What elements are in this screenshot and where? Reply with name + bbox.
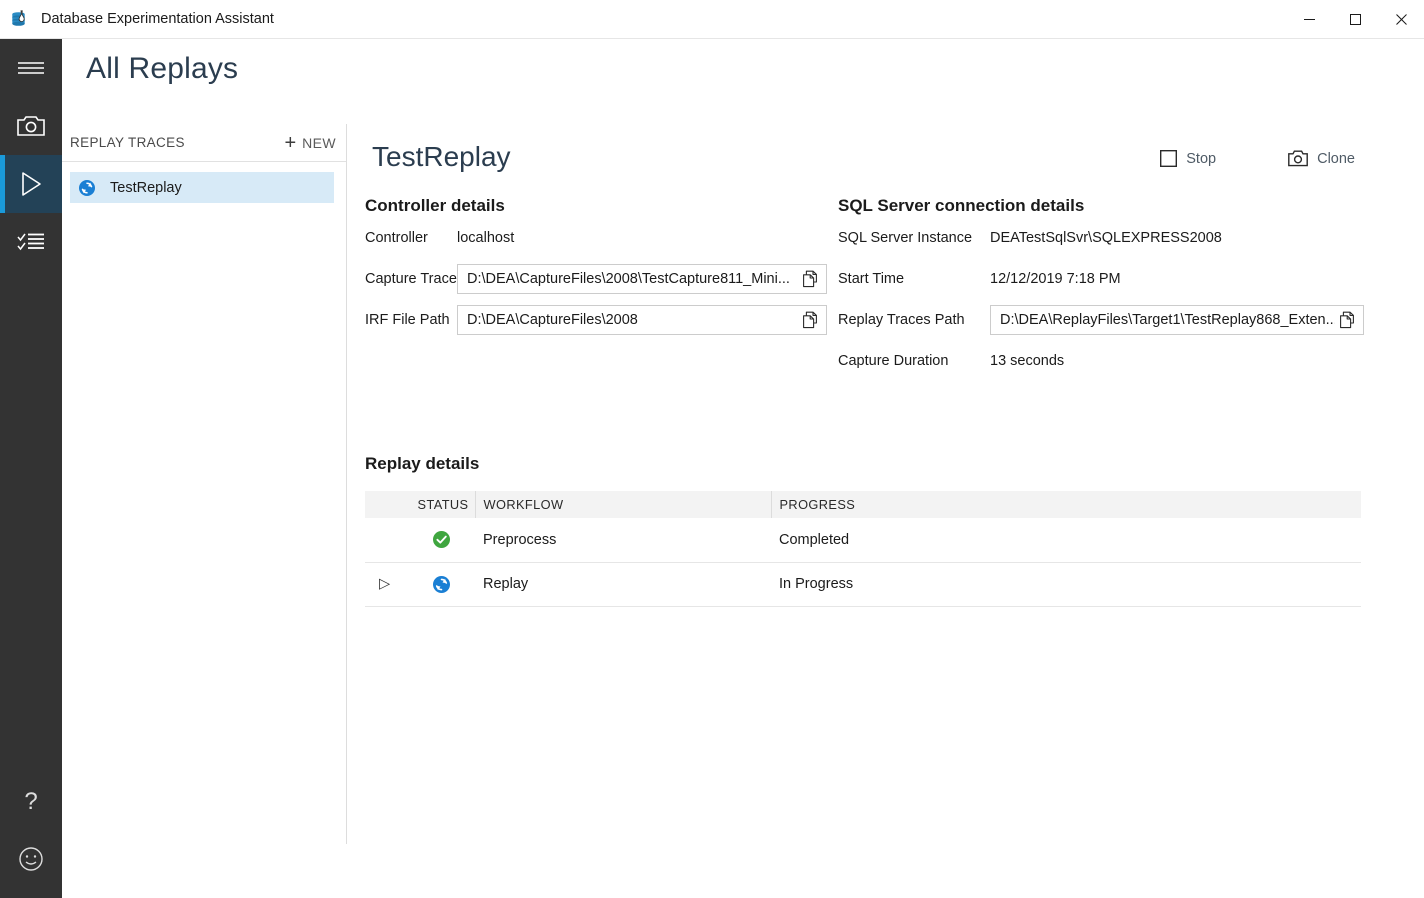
- field-label: Controller: [365, 230, 457, 246]
- checklist-icon: [17, 231, 45, 253]
- row-status-cell: [407, 562, 475, 606]
- replay-details-heading: Replay details: [365, 454, 1361, 474]
- expand-row-icon[interactable]: ▷: [379, 576, 393, 590]
- copy-icon[interactable]: [798, 267, 822, 291]
- stop-button-label: Stop: [1186, 151, 1216, 167]
- replay-traces-panel: REPLAY TRACES + NEW TestReplay: [62, 124, 347, 844]
- replay-traces-path-input[interactable]: D:\DEA\ReplayFiles\Target1\TestReplay868…: [990, 305, 1364, 335]
- field-value: DEATestSqlSvr\SQLEXPRESS2008: [990, 230, 1222, 246]
- play-icon: [19, 171, 43, 197]
- green-check-circle-icon: [407, 530, 475, 549]
- input-value: D:\DEA\CaptureFiles\2008\TestCapture811_…: [467, 271, 798, 287]
- irf-file-path-input[interactable]: D:\DEA\CaptureFiles\2008: [457, 305, 827, 335]
- new-replay-button[interactable]: + NEW: [278, 130, 342, 156]
- field-label: Capture Duration: [838, 353, 990, 369]
- close-icon[interactable]: [1378, 0, 1424, 39]
- stop-button[interactable]: Stop: [1154, 146, 1222, 171]
- input-value: D:\DEA\CaptureFiles\2008: [467, 312, 798, 328]
- controller-details-heading: Controller details: [365, 196, 845, 216]
- copy-icon[interactable]: [1335, 308, 1359, 332]
- field-irf-file-path: IRF File Path D:\DEA\CaptureFiles\2008: [365, 301, 845, 339]
- controller-details-section: Controller details Controller localhost …: [365, 196, 845, 339]
- window-title: Database Experimentation Assistant: [41, 11, 274, 27]
- page-title: All Replays: [86, 52, 238, 86]
- field-sql-server-instance: SQL Server Instance DEATestSqlSvr\SQLEXP…: [838, 219, 1398, 257]
- replay-title: TestReplay: [372, 141, 511, 173]
- replay-traces-label: REPLAY TRACES: [70, 135, 185, 150]
- hamburger-icon: [17, 58, 45, 78]
- replay-traces-header: REPLAY TRACES + NEW: [62, 124, 346, 162]
- field-label: Capture Trace: [365, 271, 457, 287]
- field-value: 12/12/2019 7:18 PM: [990, 271, 1121, 287]
- field-label: Replay Traces Path: [838, 312, 990, 328]
- field-capture-trace: Capture Trace D:\DEA\CaptureFiles\2008\T…: [365, 260, 845, 298]
- copy-icon[interactable]: [798, 308, 822, 332]
- camera-icon: [1288, 150, 1308, 167]
- field-value: 13 seconds: [990, 353, 1064, 369]
- field-label: Start Time: [838, 271, 990, 287]
- replay-details-section: Replay details STATUS WORKFLOW PROGRESS: [365, 454, 1361, 607]
- row-progress-cell: In Progress: [771, 562, 1361, 606]
- window-controls: [1286, 0, 1424, 39]
- command-bar: Stop Clone: [1154, 146, 1361, 171]
- navigation-rail: ?: [0, 39, 62, 898]
- svg-text:?: ?: [24, 788, 37, 815]
- help-button[interactable]: ?: [0, 772, 62, 830]
- field-start-time: Start Time 12/12/2019 7:18 PM: [838, 260, 1398, 298]
- row-workflow-cell: Preprocess: [475, 518, 771, 562]
- maximize-icon[interactable]: [1332, 0, 1378, 39]
- capture-trace-input[interactable]: D:\DEA\CaptureFiles\2008\TestCapture811_…: [457, 264, 827, 294]
- plus-icon: +: [284, 133, 296, 153]
- title-bar: Database Experimentation Assistant: [0, 0, 1424, 39]
- column-header-workflow: WORKFLOW: [475, 491, 771, 518]
- camera-icon: [17, 115, 45, 137]
- field-capture-duration: Capture Duration 13 seconds: [838, 342, 1398, 380]
- clone-button[interactable]: Clone: [1282, 146, 1361, 171]
- sync-in-progress-icon: [407, 575, 475, 594]
- column-header-progress: PROGRESS: [771, 491, 1361, 518]
- database-flask-icon: [10, 9, 30, 29]
- sql-connection-details-section: SQL Server connection details SQL Server…: [838, 196, 1398, 380]
- minimize-icon[interactable]: [1286, 0, 1332, 39]
- question-mark-icon: ?: [19, 787, 43, 815]
- stop-square-icon: [1160, 150, 1177, 167]
- field-controller: Controller localhost: [365, 219, 845, 257]
- feedback-button[interactable]: [0, 830, 62, 888]
- row-expander-cell: [365, 518, 407, 562]
- clone-button-label: Clone: [1317, 151, 1355, 167]
- field-value: localhost: [457, 230, 514, 246]
- hamburger-menu-button[interactable]: [0, 39, 62, 97]
- field-replay-traces-path: Replay Traces Path D:\DEA\ReplayFiles\Ta…: [838, 301, 1398, 339]
- sidebar-item-reports[interactable]: [0, 213, 62, 271]
- sql-details-heading: SQL Server connection details: [838, 196, 1398, 216]
- column-header-status: STATUS: [407, 491, 475, 518]
- new-button-label: NEW: [302, 135, 336, 151]
- row-workflow-cell: Replay: [475, 562, 771, 606]
- replay-details-table: STATUS WORKFLOW PROGRESS: [365, 491, 1361, 607]
- smiley-face-icon: [18, 846, 44, 872]
- field-label: IRF File Path: [365, 312, 457, 328]
- row-expander-cell: ▷: [365, 562, 407, 606]
- list-item[interactable]: TestReplay: [70, 172, 334, 203]
- column-header-expander: [365, 491, 407, 518]
- field-label: SQL Server Instance: [838, 230, 990, 246]
- row-progress-cell: Completed: [771, 518, 1361, 562]
- input-value: D:\DEA\ReplayFiles\Target1\TestReplay868…: [1000, 312, 1335, 328]
- row-status-cell: [407, 518, 475, 562]
- list-item-label: TestReplay: [110, 180, 182, 196]
- sync-in-progress-icon: [78, 179, 96, 197]
- sidebar-item-captures[interactable]: [0, 97, 62, 155]
- table-header-row: STATUS WORKFLOW PROGRESS: [365, 491, 1361, 518]
- sidebar-item-replays[interactable]: [0, 155, 62, 213]
- table-row[interactable]: Preprocess Completed: [365, 518, 1361, 562]
- rail-bottom-group: ?: [0, 772, 62, 888]
- table-row[interactable]: ▷ Replay: [365, 562, 1361, 606]
